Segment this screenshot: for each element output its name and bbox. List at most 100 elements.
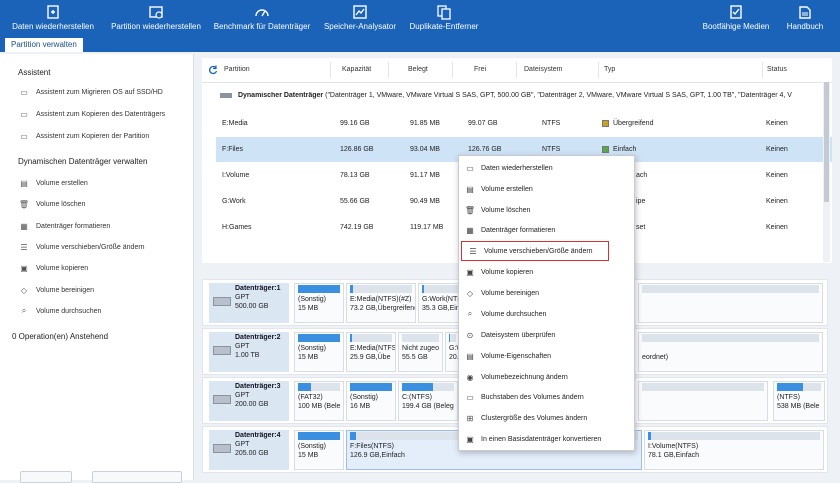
sidebar-item-wipe-volume[interactable]: ◇ Volume bereinigen	[18, 283, 94, 297]
partition-block[interactable]: C:(NTFS) 199.4 GB (Beleg	[398, 381, 458, 421]
type-color-icon	[602, 145, 609, 153]
cluster-size-icon: ⊞	[466, 413, 474, 423]
partition-block[interactable]: G:Work(NTFS)35.3 GB,Einfa	[418, 283, 463, 323]
partition-block[interactable]: (NTFS) 538 MB (Bele	[773, 381, 825, 421]
convert-basic-icon: ▣	[466, 434, 474, 444]
col-free[interactable]: Frei	[474, 58, 486, 82]
partition-block[interactable]	[638, 283, 823, 323]
properties-icon: ▤	[466, 351, 474, 361]
partition-block[interactable]: Nicht zugeo 55.5 GB	[398, 332, 443, 372]
benchmark-icon	[255, 9, 269, 17]
tab-bar: Partition verwalten	[0, 36, 840, 52]
partition-block[interactable]	[638, 381, 768, 421]
col-filesystem[interactable]: Dateisystem	[524, 58, 563, 82]
delete-volume-icon: 🗑	[18, 199, 30, 209]
menu-item-delete-volume[interactable]: 🗑 Volume löschen	[459, 200, 636, 220]
sidebar-item-delete-volume[interactable]: 🗑 Volume löschen	[18, 197, 86, 211]
space-analyzer-icon	[353, 5, 367, 19]
col-partition[interactable]: Partition	[224, 58, 250, 82]
hard-disk-icon	[213, 297, 231, 306]
col-status[interactable]: Status	[767, 58, 787, 82]
col-used[interactable]: Belegt	[408, 58, 428, 82]
sidebar-item-copy-disk[interactable]: ▭ Assistent zum Kopieren des Datenträger…	[18, 107, 165, 121]
menu-item-explore-volume[interactable]: ⌕ Volume durchsuchen	[459, 304, 636, 324]
dynamic-disk-header: Dynamischer Datenträger ("Datenträger 1,…	[220, 92, 832, 99]
disk-label[interactable]: Datenträger:1 GPT 500.00 GB	[209, 283, 289, 323]
explore-volume-icon: ⌕	[21, 306, 27, 315]
bootable-media-button[interactable]: Bootfähige Medien	[698, 0, 774, 32]
menu-item-cluster-size[interactable]: ⊞ Clustergröße des Volumes ändern	[459, 408, 636, 428]
change-label-icon: ◉	[466, 372, 474, 382]
disk-label[interactable]: Datenträger:2 GPT 1.00 TB	[209, 332, 289, 372]
format-icon: ▦	[466, 225, 474, 235]
explore-volume-icon: ⌕	[467, 309, 473, 318]
sidebar-item-copy-partition[interactable]: ▭ Assistent zum Kopieren der Partition	[18, 129, 149, 143]
menu-item-check-filesystem[interactable]: ⊙ Dateisystem überprüfen	[459, 325, 636, 345]
partition-block[interactable]: eordnet)	[638, 332, 823, 372]
sidebar-item-create-volume[interactable]: ▤ Volume erstellen	[18, 176, 88, 190]
apply-button[interactable]	[20, 471, 72, 483]
col-capacity[interactable]: Kapazität	[342, 58, 371, 82]
sidebar-item-format[interactable]: ▦ Datenträger formatieren	[18, 219, 110, 233]
duplicate-remover-icon	[437, 5, 451, 20]
check-filesystem-icon: ⊙	[466, 330, 474, 340]
move-resize-icon: ☰	[469, 246, 477, 256]
partition-block[interactable]: (Sonstig) 15 MB	[294, 332, 344, 372]
disk-icon	[220, 92, 232, 98]
menu-item-copy-volume[interactable]: ▣ Volume kopieren	[459, 262, 636, 282]
create-volume-icon: ▤	[20, 178, 28, 188]
refresh-icon[interactable]	[208, 65, 218, 75]
data-recovery-icon: ▭	[466, 163, 474, 173]
partition-block[interactable]: E:Media(NTFS) 25.9 GB,Übe	[346, 332, 396, 372]
menu-item-properties[interactable]: ▤ Volume-Eigenschaften	[459, 346, 636, 366]
partition-block[interactable]: E:Media(NTFS)(#Z) 73.2 GB,Übergreifend	[346, 283, 416, 323]
sidebar-item-copy-volume[interactable]: ▣ Volume kopieren	[18, 261, 88, 275]
menu-item-wipe-volume[interactable]: ◇ Volume bereinigen	[459, 283, 636, 303]
table-scrollbar[interactable]	[823, 82, 830, 262]
copy-volume-icon: ▣	[20, 263, 28, 273]
partition-recovery-icon	[149, 6, 163, 19]
space-analyzer-button[interactable]: Speicher-Analysator	[320, 0, 400, 32]
menu-item-format[interactable]: ▦ Datenträger formatieren	[459, 220, 636, 240]
sidebar-item-explore-volume[interactable]: ⌕ Volume durchsuchen	[18, 304, 102, 318]
pending-operations[interactable]: 0 Operation(en) Anstehend	[12, 332, 108, 341]
partition-recovery-button[interactable]: Partition wiederherstellen	[106, 0, 206, 32]
menu-item-convert-basic[interactable]: ▣ In einen Basisdatenträger konvertieren	[459, 429, 636, 449]
tab-partition-manage[interactable]: Partition verwalten	[5, 38, 83, 52]
partition-block[interactable]: (FAT32) 100 MB (Bele	[294, 381, 344, 421]
copy-partition-icon: ▭	[20, 131, 28, 141]
copy-volume-icon: ▣	[466, 267, 474, 277]
menu-item-data-recovery[interactable]: ▭ Daten wiederherstellen	[459, 158, 636, 178]
bootable-media-icon	[730, 5, 742, 19]
partition-block[interactable]: (Sonstig) 15 MB	[294, 430, 344, 470]
menu-item-change-letter[interactable]: ▭ Buchstaben des Volumes ändern	[459, 387, 636, 407]
disk-label[interactable]: Datenträger:3 GPT 200.00 GB	[209, 381, 289, 421]
sidebar-dynamic-title: Dynamischen Datenträger verwalten	[18, 157, 148, 166]
wipe-volume-icon: ◇	[466, 288, 474, 298]
type-color-icon	[602, 119, 609, 127]
col-type[interactable]: Typ	[604, 58, 615, 82]
benchmark-button[interactable]: Benchmark für Datenträger	[212, 0, 312, 32]
discard-button[interactable]	[92, 471, 182, 483]
menu-item-move-resize[interactable]: ☰ Volume verschieben/Größe ändern	[461, 241, 609, 261]
disk-label[interactable]: Datenträger:4 GPT 205.00 GB	[209, 430, 289, 470]
data-recovery-icon	[47, 5, 59, 19]
create-volume-icon: ▤	[466, 184, 474, 194]
change-letter-icon: ▭	[466, 392, 474, 402]
partition-block[interactable]: (Sonstig) 16 MB	[346, 381, 396, 421]
sidebar: Assistent ▭ Assistent zum Migrieren OS a…	[0, 54, 194, 480]
partition-block[interactable]: I:Volume(NTFS) 78.1 GB,Einfach	[644, 430, 824, 470]
sidebar-item-migrate-os[interactable]: ▭ Assistent zum Migrieren OS auf SSD/HD	[18, 85, 163, 99]
migrate-os-icon: ▭	[20, 87, 28, 97]
duplicate-remover-button[interactable]: Duplikate-Entferner	[406, 0, 482, 32]
partition-block[interactable]: (Sonstig) 15 MB	[294, 283, 344, 323]
sidebar-item-move-resize[interactable]: ☰ Volume verschieben/Größe ändern	[18, 240, 144, 254]
move-resize-icon: ☰	[20, 242, 28, 252]
hard-disk-icon	[213, 346, 231, 355]
ribbon-toolbar: Daten wiederherstellen Partition wiederh…	[0, 0, 840, 36]
data-recovery-button[interactable]: Daten wiederherstellen	[6, 0, 100, 32]
menu-item-change-label[interactable]: ◉ Volumebezeichnung ändern	[459, 367, 636, 387]
menu-item-create-volume[interactable]: ▤ Volume erstellen	[459, 179, 636, 199]
table-row-e-media[interactable]: E:Media 99.16 GB 91.85 MB 99.07 GB NTFS …	[216, 111, 832, 136]
manual-button[interactable]: Handbuch	[780, 0, 830, 32]
